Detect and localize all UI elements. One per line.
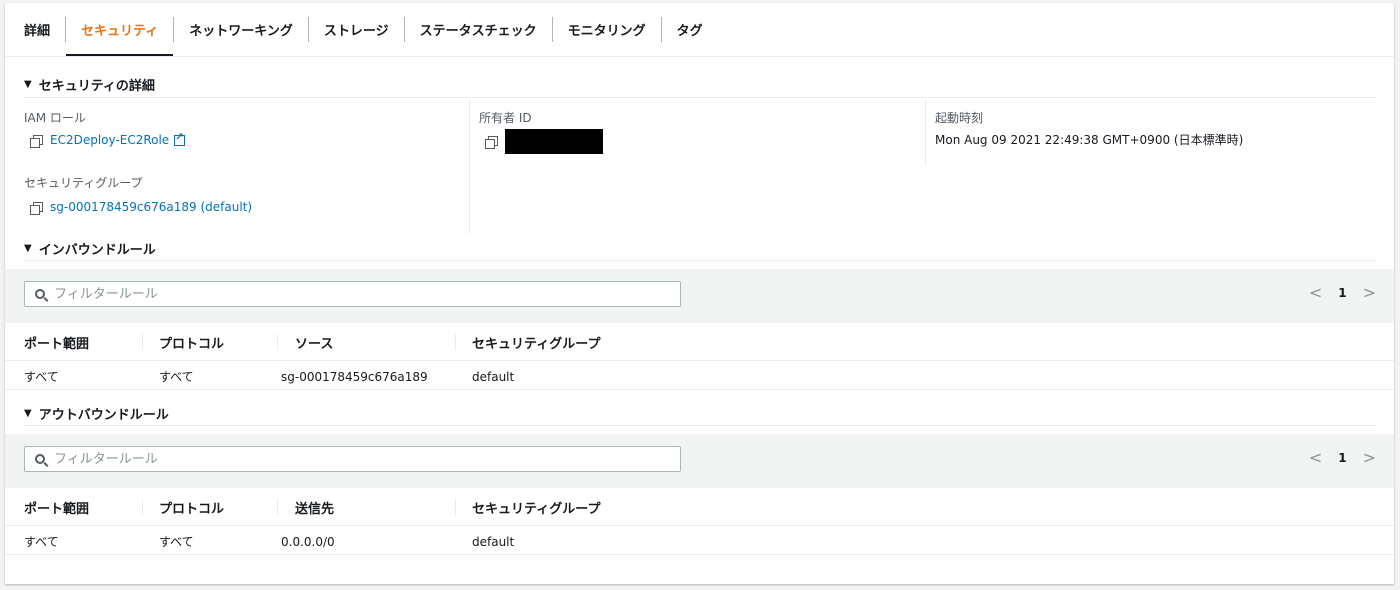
tab-tags[interactable]: タグ <box>662 3 718 56</box>
caret-down-icon: ▼ <box>24 243 32 254</box>
section-divider <box>24 260 1376 261</box>
redacted-owner-id <box>505 129 603 154</box>
chevron-left-icon[interactable]: < <box>1309 283 1322 302</box>
search-icon <box>35 289 45 299</box>
column-divider <box>142 334 143 350</box>
tab-details[interactable]: 詳細 <box>5 3 65 56</box>
cell-destination: 0.0.0.0/0 <box>281 534 335 549</box>
owner-id-label: 所有者 ID <box>479 111 532 125</box>
tab-security[interactable]: セキュリティ <box>66 3 174 56</box>
tab-storage[interactable]: ストレージ <box>309 3 404 56</box>
outbound-filter-bar: < 1 > <box>5 434 1394 488</box>
outbound-table-header: ポート範囲 プロトコル 送信先 セキュリティグループ <box>5 488 1394 526</box>
inbound-filter-input[interactable] <box>54 286 654 302</box>
copy-icon[interactable] <box>485 136 498 149</box>
search-icon <box>35 454 45 464</box>
iam-role-link[interactable]: EC2Deploy-EC2Role <box>50 133 169 147</box>
outbound-rules-heading: アウトバウンドルール <box>38 408 169 423</box>
inbound-pagination: < 1 > <box>1309 283 1376 302</box>
outbound-page-number[interactable]: 1 <box>1338 451 1346 465</box>
iam-role-value[interactable]: EC2Deploy-EC2Role <box>30 132 186 148</box>
outbound-filter[interactable] <box>24 446 681 472</box>
section-divider <box>24 97 1376 98</box>
outbound-pagination: < 1 > <box>1309 448 1376 467</box>
column-divider <box>142 499 143 515</box>
inbound-page-number[interactable]: 1 <box>1338 286 1346 300</box>
inbound-rules-toggle[interactable]: ▼ インバウンドルール <box>24 239 156 258</box>
owner-id-value <box>485 129 603 154</box>
caret-down-icon: ▼ <box>24 79 32 90</box>
column-divider <box>277 499 278 515</box>
column-divider <box>925 99 926 165</box>
column-header-security-group[interactable]: セキュリティグループ <box>472 323 600 361</box>
column-divider <box>277 334 278 350</box>
inbound-table-header: ポート範囲 プロトコル ソース セキュリティグループ <box>5 323 1394 361</box>
column-header-security-group[interactable]: セキュリティグループ <box>472 488 600 526</box>
instance-tabs: 詳細 セキュリティ ネットワーキング ストレージ ステータスチェック モニタリン… <box>5 3 1394 57</box>
tab-status-checks[interactable]: ステータスチェック <box>405 3 552 56</box>
cell-source: sg-000178459c676a189 <box>281 369 428 384</box>
caret-down-icon: ▼ <box>24 408 32 419</box>
column-header-protocol[interactable]: プロトコル <box>159 323 224 361</box>
cell-security-group: default <box>472 369 515 384</box>
column-divider <box>455 499 456 515</box>
iam-role-label: IAM ロール <box>24 111 86 125</box>
security-details-heading: セキュリティの詳細 <box>38 79 155 94</box>
cell-security-group: default <box>472 534 515 549</box>
cell-port-range: すべて <box>24 370 59 384</box>
cell-port-range: すべて <box>24 535 59 549</box>
table-row: すべて すべて sg-000178459c676a189 default <box>5 363 1394 390</box>
column-divider <box>455 334 456 350</box>
security-details-toggle[interactable]: ▼ セキュリティの詳細 <box>24 75 155 94</box>
outbound-filter-input[interactable] <box>54 451 654 467</box>
security-group-link[interactable]: sg-000178459c676a189 (default) <box>50 200 252 214</box>
cell-protocol: すべて <box>159 370 194 384</box>
column-header-source[interactable]: ソース <box>295 323 333 361</box>
security-panel: 詳細 セキュリティ ネットワーキング ストレージ ステータスチェック モニタリン… <box>5 3 1394 584</box>
external-link-icon <box>174 132 186 146</box>
launch-time-label: 起動時刻 <box>935 111 984 125</box>
security-group-value[interactable]: sg-000178459c676a189 (default) <box>30 200 252 215</box>
column-header-protocol[interactable]: プロトコル <box>159 488 224 526</box>
tab-monitoring[interactable]: モニタリング <box>553 3 661 56</box>
section-divider <box>24 425 1376 426</box>
copy-icon[interactable] <box>30 134 43 148</box>
tab-networking[interactable]: ネットワーキング <box>174 3 308 56</box>
chevron-left-icon[interactable]: < <box>1309 448 1322 467</box>
inbound-filter-bar: < 1 > <box>5 269 1394 323</box>
column-header-port-range[interactable]: ポート範囲 <box>24 488 89 526</box>
inbound-rules-heading: インバウンドルール <box>38 243 156 258</box>
chevron-right-icon[interactable]: > <box>1363 283 1376 302</box>
column-divider <box>469 99 470 234</box>
copy-icon[interactable] <box>30 201 43 215</box>
launch-time-value: Mon Aug 09 2021 22:49:38 GMT+0900 (日本標準時… <box>935 133 1244 147</box>
column-header-destination[interactable]: 送信先 <box>295 488 334 526</box>
chevron-right-icon[interactable]: > <box>1363 448 1376 467</box>
column-header-port-range[interactable]: ポート範囲 <box>24 323 89 361</box>
cell-protocol: すべて <box>159 535 194 549</box>
security-group-label: セキュリティグループ <box>24 176 143 190</box>
inbound-filter[interactable] <box>24 281 681 307</box>
table-row: すべて すべて 0.0.0.0/0 default <box>5 528 1394 555</box>
outbound-rules-toggle[interactable]: ▼ アウトバウンドルール <box>24 404 169 423</box>
